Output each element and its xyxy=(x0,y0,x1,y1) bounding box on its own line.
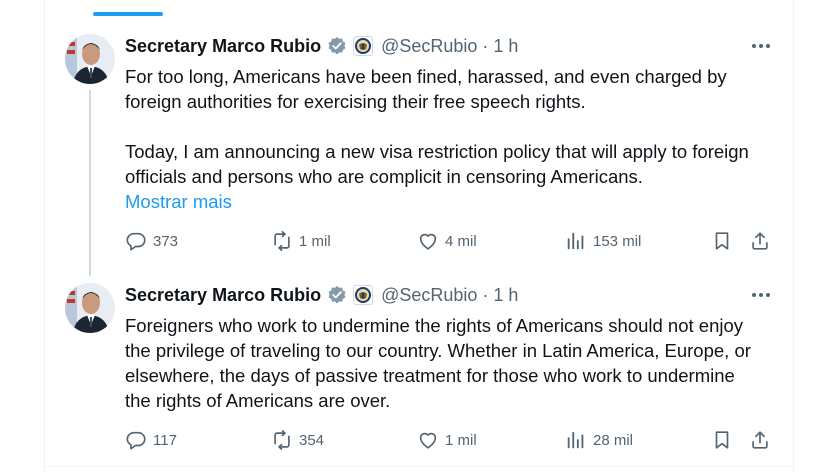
more-icon xyxy=(752,44,756,48)
share-button[interactable] xyxy=(749,428,771,452)
more-icon-dot xyxy=(766,293,770,297)
reply-count: 117 xyxy=(153,431,177,449)
tweet-paragraph: Today, I am announcing a new visa restri… xyxy=(125,141,749,187)
tweet-header: Secretary Marco Rubio @SecRubio · 1 h xyxy=(125,34,518,58)
separator-dot: · xyxy=(482,35,489,56)
thread-connector xyxy=(89,90,91,276)
government-seal-icon[interactable] xyxy=(353,285,374,305)
views-button[interactable]: 153 mil xyxy=(565,229,641,253)
verified-badge-icon[interactable] xyxy=(327,36,347,56)
reply-button[interactable]: 117 xyxy=(125,428,177,452)
more-icon-dot xyxy=(759,44,763,48)
tweet-actions: 373 1 mil 4 mil 153 mil xyxy=(125,229,775,253)
government-seal-icon[interactable] xyxy=(353,36,374,56)
reply-icon xyxy=(126,431,146,450)
tweet-text: Foreigners who work to undermine the rig… xyxy=(125,313,765,413)
author-name[interactable]: Secretary Marco Rubio xyxy=(125,36,321,57)
reply-icon xyxy=(126,232,146,251)
like-icon xyxy=(419,233,437,250)
bookmark-icon xyxy=(715,232,729,250)
avatar-image xyxy=(65,34,115,84)
like-button[interactable]: 4 mil xyxy=(417,229,477,253)
like-count: 4 mil xyxy=(445,232,477,250)
avatar[interactable] xyxy=(65,283,115,333)
tweet-text: For too long, Americans have been fined,… xyxy=(125,64,765,189)
tweet-paragraph: For too long, Americans have been fined,… xyxy=(125,66,727,112)
tweet-paragraph: Foreigners who work to undermine the rig… xyxy=(125,315,751,411)
active-tab-indicator xyxy=(93,12,163,16)
more-options-button[interactable] xyxy=(749,34,773,58)
tweet-time[interactable]: 1 h xyxy=(493,36,518,57)
repost-count: 1 mil xyxy=(299,232,331,250)
reply-button[interactable]: 373 xyxy=(125,229,178,253)
views-count: 28 mil xyxy=(593,431,634,449)
share-button[interactable] xyxy=(749,229,771,253)
share-icon xyxy=(752,431,768,449)
repost-icon xyxy=(274,430,290,450)
tweet-time[interactable]: 1 h xyxy=(493,285,518,306)
tweet-divider xyxy=(44,466,794,467)
show-more-link[interactable]: Mostrar mais xyxy=(125,189,232,214)
views-icon xyxy=(567,431,584,449)
repost-icon xyxy=(274,231,290,251)
avatar[interactable] xyxy=(65,34,115,84)
share-icon xyxy=(752,232,768,250)
views-button[interactable]: 28 mil xyxy=(565,428,633,452)
separator-dot: · xyxy=(482,284,489,305)
verified-badge-icon[interactable] xyxy=(327,285,347,305)
like-icon xyxy=(419,432,437,449)
tweet-header: Secretary Marco Rubio @SecRubio · 1 h xyxy=(125,283,518,307)
bookmark-button[interactable] xyxy=(711,428,733,452)
repost-button[interactable]: 354 xyxy=(271,428,324,452)
more-icon-dot xyxy=(759,293,763,297)
repost-button[interactable]: 1 mil xyxy=(271,229,331,253)
more-icon xyxy=(752,293,756,297)
repost-count: 354 xyxy=(299,431,325,449)
like-count: 1 mil xyxy=(445,431,477,449)
avatar-image xyxy=(65,283,115,333)
more-options-button[interactable] xyxy=(749,283,773,307)
views-icon xyxy=(567,232,584,250)
more-icon-dot xyxy=(766,44,770,48)
author-name[interactable]: Secretary Marco Rubio xyxy=(125,285,321,306)
tweet-actions: 117 354 1 mil 28 mil xyxy=(125,428,775,452)
bookmark-button[interactable] xyxy=(711,229,733,253)
like-button[interactable]: 1 mil xyxy=(417,428,477,452)
reply-count: 373 xyxy=(153,232,179,250)
author-handle[interactable]: @SecRubio xyxy=(381,285,477,306)
bookmark-icon xyxy=(715,431,729,449)
author-handle[interactable]: @SecRubio xyxy=(381,36,477,57)
views-count: 153 mil xyxy=(593,232,642,250)
